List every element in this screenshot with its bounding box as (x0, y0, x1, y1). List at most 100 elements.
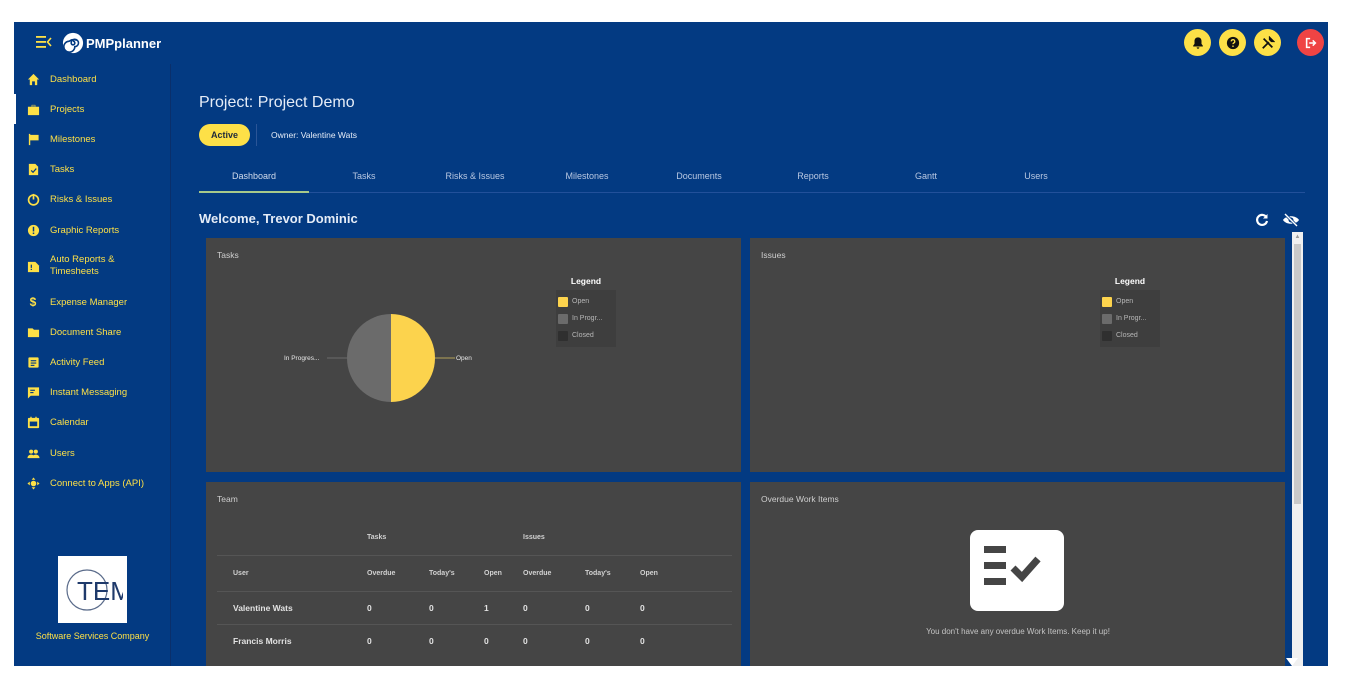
power-icon (27, 194, 39, 207)
column-header[interactable]: Overdue (367, 554, 429, 591)
tab-milestones[interactable]: Milestones (531, 159, 643, 193)
tab-risks-issues[interactable]: Risks & Issues (419, 159, 531, 193)
menu-collapse-icon[interactable] (36, 35, 52, 49)
legend-item-in-progress[interactable]: In Progr... (558, 310, 614, 327)
column-header[interactable]: Open (640, 554, 732, 591)
app-logo[interactable]: PMPplanner (62, 31, 161, 55)
sidebar-item-dashboard[interactable]: Dashboard (14, 64, 170, 94)
legend-item-closed[interactable]: Closed (558, 327, 614, 344)
top-bar: PMPplanner (14, 22, 1328, 64)
eye-off-icon[interactable] (1282, 212, 1300, 228)
sidebar-item-tasks[interactable]: Tasks (14, 155, 170, 185)
flag-icon (28, 133, 39, 146)
help-button[interactable] (1219, 29, 1246, 56)
legend-swatch (558, 313, 568, 324)
app-window: PMPplanner Dashboard Projects Milestones… (14, 22, 1328, 666)
tab-dashboard[interactable]: Dashboard (199, 159, 309, 193)
sidebar-item-milestones[interactable]: Milestones (14, 124, 170, 154)
sidebar-item-activity-feed[interactable]: Activity Feed (14, 348, 170, 378)
cell: 0 (429, 590, 484, 624)
api-icon (26, 477, 40, 490)
report-file-icon (27, 261, 39, 272)
column-header[interactable]: Open (484, 554, 523, 591)
refresh-icon[interactable] (1254, 212, 1270, 228)
question-icon (1226, 36, 1239, 49)
column-header[interactable]: Overdue (523, 554, 585, 591)
checklist-icon (970, 530, 1064, 611)
table-row[interactable]: Valentine Wats 0 0 1 0 0 0 (217, 590, 732, 624)
main-content: Project: Project Demo Active Owner: Vale… (171, 64, 1328, 666)
pie-slice-in-progr[interactable] (347, 314, 391, 402)
sidebar-item-users[interactable]: Users (14, 438, 170, 468)
sidebar-item-label: Connect to Apps (API) (50, 477, 144, 489)
group-tasks: Tasks (367, 533, 387, 541)
bell-icon (1192, 36, 1203, 49)
tasks-chart-card: Tasks In Progres... Open Legend Open In … (206, 238, 741, 472)
column-header[interactable]: User (217, 554, 367, 591)
sidebar-item-graphic-reports[interactable]: Graphic Reports (14, 215, 170, 245)
status-badge[interactable]: Active (199, 124, 251, 146)
scroll-down-caret-icon[interactable] (1286, 658, 1298, 666)
table-row[interactable]: Francis Morris 0 0 0 0 0 0 (217, 623, 732, 657)
top-actions (1184, 29, 1324, 56)
column-header[interactable]: Today's (429, 554, 484, 591)
sidebar-item-instant-messaging[interactable]: Instant Messaging (14, 378, 170, 408)
legend-swatch (558, 296, 568, 307)
tab-reports[interactable]: Reports (755, 159, 871, 193)
team-table: Tasks Issues User Overdue Today's Open O… (217, 520, 732, 657)
card-title: Issues (761, 250, 786, 260)
feed-icon (27, 357, 39, 368)
tab-gantt[interactable]: Gantt (871, 159, 981, 193)
sidebar-item-expense-manager[interactable]: $ Expense Manager (14, 287, 170, 317)
tab-documents[interactable]: Documents (643, 159, 755, 193)
cell: 0 (484, 623, 523, 657)
scroll-up-icon[interactable]: ▲ (1292, 232, 1303, 242)
sidebar-item-label: Risks & Issues (50, 194, 113, 206)
table-group-header: Tasks Issues (217, 520, 732, 555)
sidebar-item-projects[interactable]: Projects (14, 94, 170, 124)
sidebar-item-connect-apps[interactable]: Connect to Apps (API) (14, 468, 170, 498)
sidebar-item-label: Expense Manager (50, 296, 128, 308)
user-name: Valentine Wats (217, 590, 367, 624)
pie-slice-open[interactable] (391, 314, 435, 402)
column-header[interactable]: Today's (585, 554, 640, 591)
sidebar-item-label: Activity Feed (50, 357, 105, 369)
cell: 1 (484, 590, 523, 624)
dollar-icon: $ (29, 295, 37, 310)
legend-item-in-progress[interactable]: In Progr... (1102, 310, 1158, 327)
svg-text:TEMS: TEMS (77, 576, 123, 606)
logout-button[interactable] (1297, 29, 1324, 56)
sidebar-item-risks-issues[interactable]: Risks & Issues (14, 185, 170, 215)
briefcase-icon (27, 104, 39, 115)
sidebar: Dashboard Projects Milestones Tasks Risk… (14, 64, 171, 666)
legend-item-closed[interactable]: Closed (1102, 327, 1158, 344)
tab-users[interactable]: Users (981, 159, 1091, 193)
tab-tasks[interactable]: Tasks (309, 159, 419, 193)
brand-name: PMPplanner (86, 35, 162, 51)
sidebar-item-calendar[interactable]: Calendar (14, 408, 170, 438)
legend-item-open[interactable]: Open (558, 293, 614, 310)
legend-label: In Progr... (1116, 315, 1147, 322)
sidebar-item-auto-reports[interactable]: Auto Reports & Timesheets (14, 245, 170, 287)
sidebar-item-label: Auto Reports & Timesheets (50, 254, 115, 278)
scroll-thumb[interactable] (1294, 244, 1301, 504)
chart-legend: Legend Open In Progr... Closed (1100, 276, 1160, 347)
issues-chart-card: Issues Legend Open In Progr... Closed (750, 238, 1285, 472)
empty-state-message: You don't have any overdue Work Items. K… (926, 627, 1110, 636)
notifications-button[interactable] (1184, 29, 1211, 56)
legend-item-open[interactable]: Open (1102, 293, 1158, 310)
content-scrollbar[interactable]: ▲ (1292, 232, 1303, 666)
sidebar-item-document-share[interactable]: Document Share (14, 317, 170, 347)
sidebar-item-label: Graphic Reports (50, 224, 120, 236)
card-title: Team (217, 494, 238, 504)
sidebar-item-label: Document Share (50, 326, 122, 338)
sidebar-item-label: Milestones (50, 133, 96, 145)
logout-icon (1305, 37, 1316, 48)
pie-label-in-progress: In Progres... (284, 355, 320, 362)
pie-label-open: Open (456, 355, 472, 362)
divider (256, 124, 257, 146)
sidebar-item-label: Users (50, 447, 75, 459)
tools-button[interactable] (1254, 29, 1281, 56)
legend-label: Closed (572, 332, 594, 339)
table-header: User Overdue Today's Open Overdue Today'… (217, 554, 732, 591)
